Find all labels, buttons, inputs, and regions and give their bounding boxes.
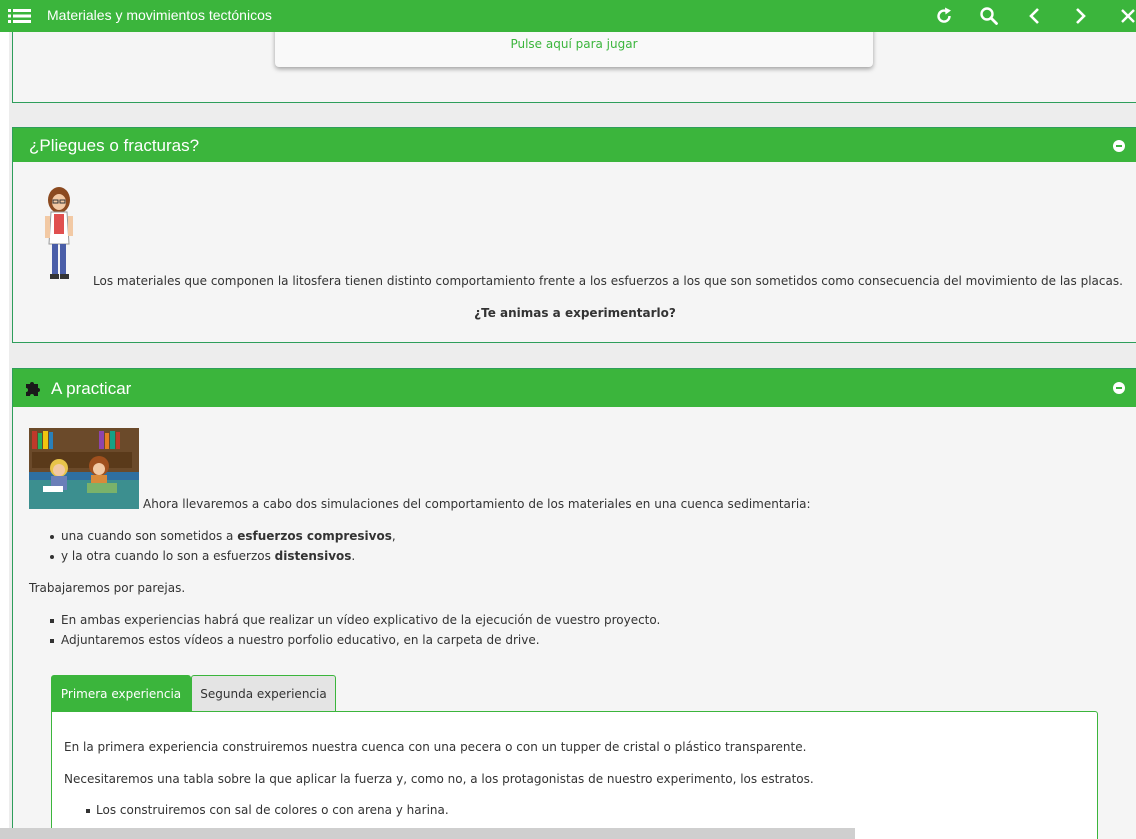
list-bullet bbox=[86, 809, 90, 813]
chevron-right-icon[interactable] bbox=[1070, 6, 1090, 26]
list-bullet bbox=[50, 535, 54, 539]
list-item-compresivos: una cuando son sometidos a esfuerzos com… bbox=[61, 529, 396, 543]
pliegues-panel: ¿Pliegues o fracturas? Los materiales qu… bbox=[12, 127, 1136, 343]
tab-content-panel: En la primera experiencia construiremos … bbox=[51, 711, 1098, 839]
collapse-icon[interactable] bbox=[1113, 382, 1125, 394]
teacher-avatar bbox=[45, 187, 73, 279]
play-game-link[interactable]: Pulse aquí para jugar bbox=[275, 37, 873, 51]
pliegues-question: ¿Te animas a experimentarlo? bbox=[474, 306, 676, 320]
list-bullet bbox=[50, 639, 54, 643]
game-card: Pulse aquí para jugar bbox=[275, 32, 873, 67]
puzzle-icon bbox=[26, 382, 40, 396]
collapse-icon[interactable] bbox=[1113, 140, 1125, 152]
tab-primera-experiencia[interactable]: Primera experiencia bbox=[51, 675, 191, 711]
chevron-left-icon[interactable] bbox=[1025, 6, 1045, 26]
top-bar: Materiales y movimientos tectónicos bbox=[0, 0, 1136, 32]
page-title: Materiales y movimientos tectónicos bbox=[47, 7, 272, 23]
note-porfolio: Adjuntaremos estos vídeos a nuestro porf… bbox=[61, 633, 540, 647]
practicar-header[interactable]: A practicar bbox=[13, 369, 1136, 407]
search-icon[interactable] bbox=[979, 6, 999, 26]
tab-content-p1: En la primera experiencia construiremos … bbox=[64, 740, 807, 754]
left-margin bbox=[0, 32, 9, 839]
tab-content-p2: Necesitaremos una tabla sobre la que apl… bbox=[64, 772, 814, 786]
refresh-icon[interactable] bbox=[934, 6, 954, 26]
practicar-title: A practicar bbox=[51, 379, 132, 398]
horizontal-scrollbar[interactable] bbox=[0, 828, 855, 839]
list-bullet bbox=[50, 619, 54, 623]
students-reading-image bbox=[29, 428, 139, 509]
note-video: En ambas experiencias habrá que realizar… bbox=[61, 613, 661, 627]
tab-segunda-experiencia[interactable]: Segunda experiencia bbox=[191, 675, 336, 711]
pliegues-text: Los materiales que componen la litosfera… bbox=[93, 274, 1123, 288]
content-area: Pulse aquí para jugar ¿Pliegues o fractu… bbox=[0, 32, 1136, 839]
game-panel: Pulse aquí para jugar bbox=[12, 32, 1136, 103]
list-item-distensivos: y la otra cuando lo son a esfuerzos dist… bbox=[61, 549, 356, 563]
pliegues-title: ¿Pliegues o fracturas? bbox=[29, 136, 200, 155]
menu-list-icon[interactable] bbox=[8, 8, 32, 24]
list-bullet bbox=[50, 555, 54, 559]
pairs-text: Trabajaremos por parejas. bbox=[29, 581, 186, 595]
close-icon[interactable] bbox=[1118, 6, 1136, 26]
tab-content-bullet1: Los construiremos con sal de colores o c… bbox=[96, 803, 449, 817]
pliegues-header[interactable]: ¿Pliegues o fracturas? bbox=[13, 128, 1136, 162]
practicar-intro: Ahora llevaremos a cabo dos simulaciones… bbox=[143, 497, 811, 511]
